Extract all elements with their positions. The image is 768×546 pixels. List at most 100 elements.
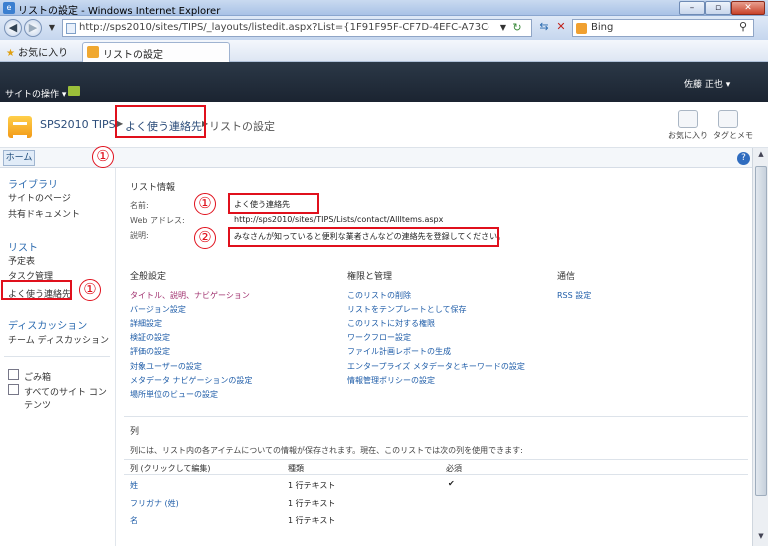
browser-tab[interactable]: リストの設定 — [82, 42, 230, 62]
required-check-icon: ✔ — [448, 479, 455, 488]
nav-lists[interactable]: リスト — [8, 239, 38, 254]
back-button[interactable]: ◀ — [4, 19, 22, 37]
web-address-value: http://sps2010/sites/TIPS/Lists/contact/… — [234, 215, 444, 224]
table-top-border — [124, 459, 748, 460]
address-url[interactable]: http://sps2010/sites/TIPS/_layouts/liste… — [79, 22, 489, 33]
breadcrumb-site[interactable]: SPS2010 TIPS — [40, 118, 116, 131]
bing-icon — [576, 23, 587, 34]
window-title: リストの設定 - Windows Internet Explorer — [18, 6, 221, 17]
browser-tab-title: リストの設定 — [103, 50, 163, 61]
column-name-link[interactable]: 名 — [130, 515, 138, 526]
forward-button[interactable]: ▶ — [24, 19, 42, 37]
address-bar[interactable]: http://sps2010/sites/TIPS/_layouts/liste… — [62, 19, 532, 37]
nav-divider — [4, 356, 110, 357]
favorite-label: お気に入り — [668, 131, 708, 140]
tags-label: タグとメモ — [713, 131, 753, 140]
site-actions-menu[interactable]: サイトの操作 ▾ — [5, 87, 66, 100]
navigate-up-icon[interactable] — [68, 86, 80, 96]
vertical-scrollbar[interactable]: ▲ ▼ — [752, 148, 768, 546]
window-titlebar: e リストの設定 - Windows Internet Explorer – ▫… — [0, 0, 768, 17]
tab-home[interactable]: ホーム — [3, 150, 35, 166]
annotation-box-breadcrumb — [115, 105, 206, 138]
sharepoint-topbar: サイトの操作 ▾ 佐藤 正也 ▾ — [0, 62, 768, 102]
perm-link-permissions[interactable]: このリストに対する権限 — [347, 318, 435, 329]
column-name-link[interactable]: フリガナ (姓) — [130, 498, 179, 509]
favorite-tag-icon[interactable] — [678, 110, 698, 128]
annotation-number-2: ② — [194, 227, 216, 249]
column-name-link[interactable]: 姓 — [130, 480, 138, 491]
scroll-down-icon[interactable]: ▼ — [755, 532, 767, 544]
permissions-header: 権限と管理 — [347, 272, 393, 282]
compat-view-icon[interactable]: ⇆ — [536, 19, 552, 35]
maximize-button[interactable]: ▫ — [705, 1, 731, 15]
user-menu[interactable]: 佐藤 正也 ▾ — [684, 77, 730, 90]
general-link-metadata-nav[interactable]: メタデータ ナビゲーションの設定 — [130, 375, 252, 386]
name-label: 名前: — [130, 201, 149, 210]
columns-description: 列には、リスト内の各アイテムについての情報が保存されます。現在、このリストでは次… — [130, 446, 523, 455]
general-link-audience[interactable]: 対象ユーザーの設定 — [130, 361, 202, 372]
annotation-box-name — [228, 193, 319, 214]
perm-link-policy[interactable]: 情報管理ポリシーの設定 — [347, 375, 435, 386]
tags-notes-icon[interactable] — [718, 110, 738, 128]
nav-site-pages[interactable]: サイトのページ — [8, 191, 71, 204]
communications-header: 通信 — [557, 272, 576, 282]
search-box[interactable]: Bing — [572, 19, 754, 37]
general-link-rating[interactable]: 評価の設定 — [130, 346, 170, 357]
col-header-name: 列 (クリックして編集) — [130, 464, 211, 473]
refresh-icon[interactable]: ↻ — [509, 20, 525, 36]
nav-team-discussion[interactable]: チーム ディスカッション — [8, 333, 109, 346]
sharepoint-tab-icon — [87, 46, 99, 58]
page-icon — [66, 23, 76, 34]
annotation-number-1: ① — [92, 146, 114, 168]
all-content-icon — [8, 384, 19, 395]
minimize-button[interactable]: – — [679, 1, 705, 15]
perm-link-save-template[interactable]: リストをテンプレートとして保存 — [347, 304, 467, 315]
scrollbar-thumb[interactable] — [755, 166, 767, 496]
nav-calendar[interactable]: 予定表 — [8, 254, 35, 267]
favorites-bar: ★ お気に入り リストの設定 — [0, 40, 768, 62]
col-header-type: 種類 — [288, 464, 304, 473]
nav-shared-docs[interactable]: 共有ドキュメント — [8, 207, 80, 220]
ie-logo-icon: e — [3, 2, 15, 14]
general-link-location-views[interactable]: 場所単位のビューの設定 — [130, 389, 218, 400]
annotation-box-description — [228, 227, 499, 247]
general-link-title[interactable]: タイトル、説明、ナビゲーション — [130, 290, 250, 301]
table-header-border — [124, 474, 748, 475]
general-settings-header: 全般設定 — [130, 272, 167, 282]
breadcrumb-page: リストの設定 — [209, 120, 275, 133]
close-button[interactable]: ✕ — [731, 1, 765, 15]
web-address-label: Web アドレス: — [130, 216, 185, 225]
main-content: リスト情報 名前: よく使う連絡先 Web アドレス: http://sps20… — [116, 168, 752, 546]
general-link-validation[interactable]: 検証の設定 — [130, 332, 170, 343]
favorites-button[interactable]: ★ お気に入り — [6, 44, 68, 59]
column-type: 1 行テキスト — [288, 481, 336, 490]
nav-all-content[interactable]: すべてのサイト コンテンツ — [24, 385, 115, 411]
search-icon[interactable]: ⚲ — [735, 19, 751, 35]
perm-link-file-plan[interactable]: ファイル計画レポートの生成 — [347, 346, 451, 357]
columns-header: 列 — [130, 427, 140, 437]
history-dropdown-icon[interactable]: ▼ — [44, 20, 60, 36]
perm-link-enterprise-metadata[interactable]: エンタープライズ メタデータとキーワードの設定 — [347, 361, 525, 372]
star-icon: ★ — [6, 48, 15, 59]
comm-link-rss[interactable]: RSS 設定 — [557, 290, 591, 301]
perm-link-delete[interactable]: このリストの削除 — [347, 290, 411, 301]
annotation-number-1: ① — [194, 193, 216, 215]
section-divider — [124, 416, 748, 417]
ribbon-tabs: ホーム ? — [0, 148, 768, 168]
site-logo-icon — [8, 116, 32, 138]
scroll-up-icon[interactable]: ▲ — [755, 150, 767, 162]
general-link-advanced[interactable]: 詳細設定 — [130, 318, 162, 329]
help-icon[interactable]: ? — [737, 152, 750, 165]
nav-recycle-bin[interactable]: ごみ箱 — [24, 370, 51, 383]
col-header-required: 必須 — [446, 464, 462, 473]
perm-link-workflow[interactable]: ワークフロー設定 — [347, 332, 411, 343]
address-row: ◀ ▶ ▼ http://sps2010/sites/TIPS/_layouts… — [0, 16, 768, 40]
general-link-versioning[interactable]: バージョン設定 — [130, 304, 186, 315]
stop-icon[interactable]: ✕ — [553, 19, 569, 35]
annotation-number-1: ① — [79, 279, 101, 301]
list-info-header: リスト情報 — [130, 183, 176, 193]
search-provider: Bing — [591, 22, 614, 33]
recycle-bin-icon — [8, 369, 19, 380]
nav-libraries[interactable]: ライブラリ — [8, 176, 58, 191]
nav-discussions[interactable]: ディスカッション — [8, 317, 87, 332]
